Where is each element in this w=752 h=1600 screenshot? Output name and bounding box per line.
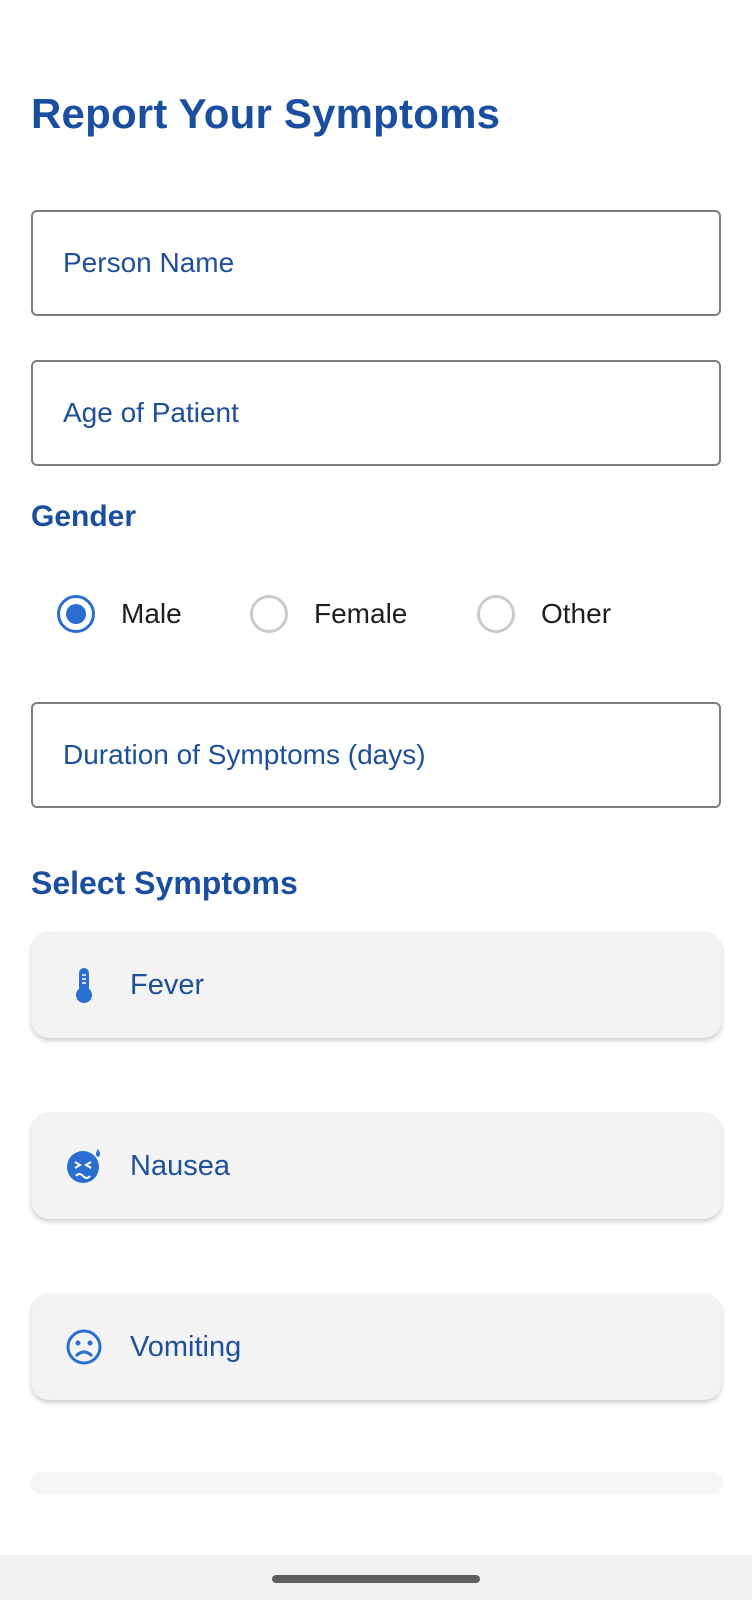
age-input[interactable]: [33, 362, 719, 464]
symptom-label: Nausea: [130, 1149, 230, 1182]
system-navigation-bar: [0, 1555, 752, 1600]
radio-unchecked-icon[interactable]: [477, 595, 515, 633]
symptom-card-fever[interactable]: Fever: [31, 932, 722, 1038]
gender-option-label: Other: [541, 598, 612, 629]
age-field[interactable]: [31, 360, 721, 466]
duration-field[interactable]: [31, 702, 721, 808]
home-gesture-handle[interactable]: [272, 1575, 480, 1583]
gender-option-other[interactable]: Other: [477, 592, 611, 636]
gender-option-male[interactable]: Male: [57, 592, 182, 636]
sad-face-icon: [66, 1329, 102, 1365]
person-name-input[interactable]: [33, 212, 719, 314]
symptom-card-nausea[interactable]: Nausea: [31, 1113, 722, 1219]
symptom-label: Vomiting: [130, 1330, 242, 1363]
gender-option-female[interactable]: Female: [250, 592, 407, 636]
select-symptoms-label: Select Symptoms: [31, 865, 298, 901]
gender-radio-group: Male Female Other: [0, 592, 752, 636]
symptom-label: Fever: [130, 968, 205, 1001]
symptom-card-vomiting[interactable]: Vomiting: [31, 1294, 722, 1400]
symptom-card-partial[interactable]: [31, 1474, 722, 1494]
gender-option-label: Female: [314, 598, 408, 629]
page-title: Report Your Symptoms: [31, 90, 501, 137]
gender-label: Gender: [31, 500, 137, 533]
person-name-field[interactable]: [31, 210, 721, 316]
duration-input[interactable]: [33, 704, 719, 806]
thermometer-icon: [76, 968, 92, 1003]
nausea-face-icon: [67, 1149, 100, 1183]
gender-option-label: Male: [121, 598, 182, 629]
radio-checked-icon[interactable]: [57, 595, 95, 633]
radio-unchecked-icon[interactable]: [250, 595, 288, 633]
